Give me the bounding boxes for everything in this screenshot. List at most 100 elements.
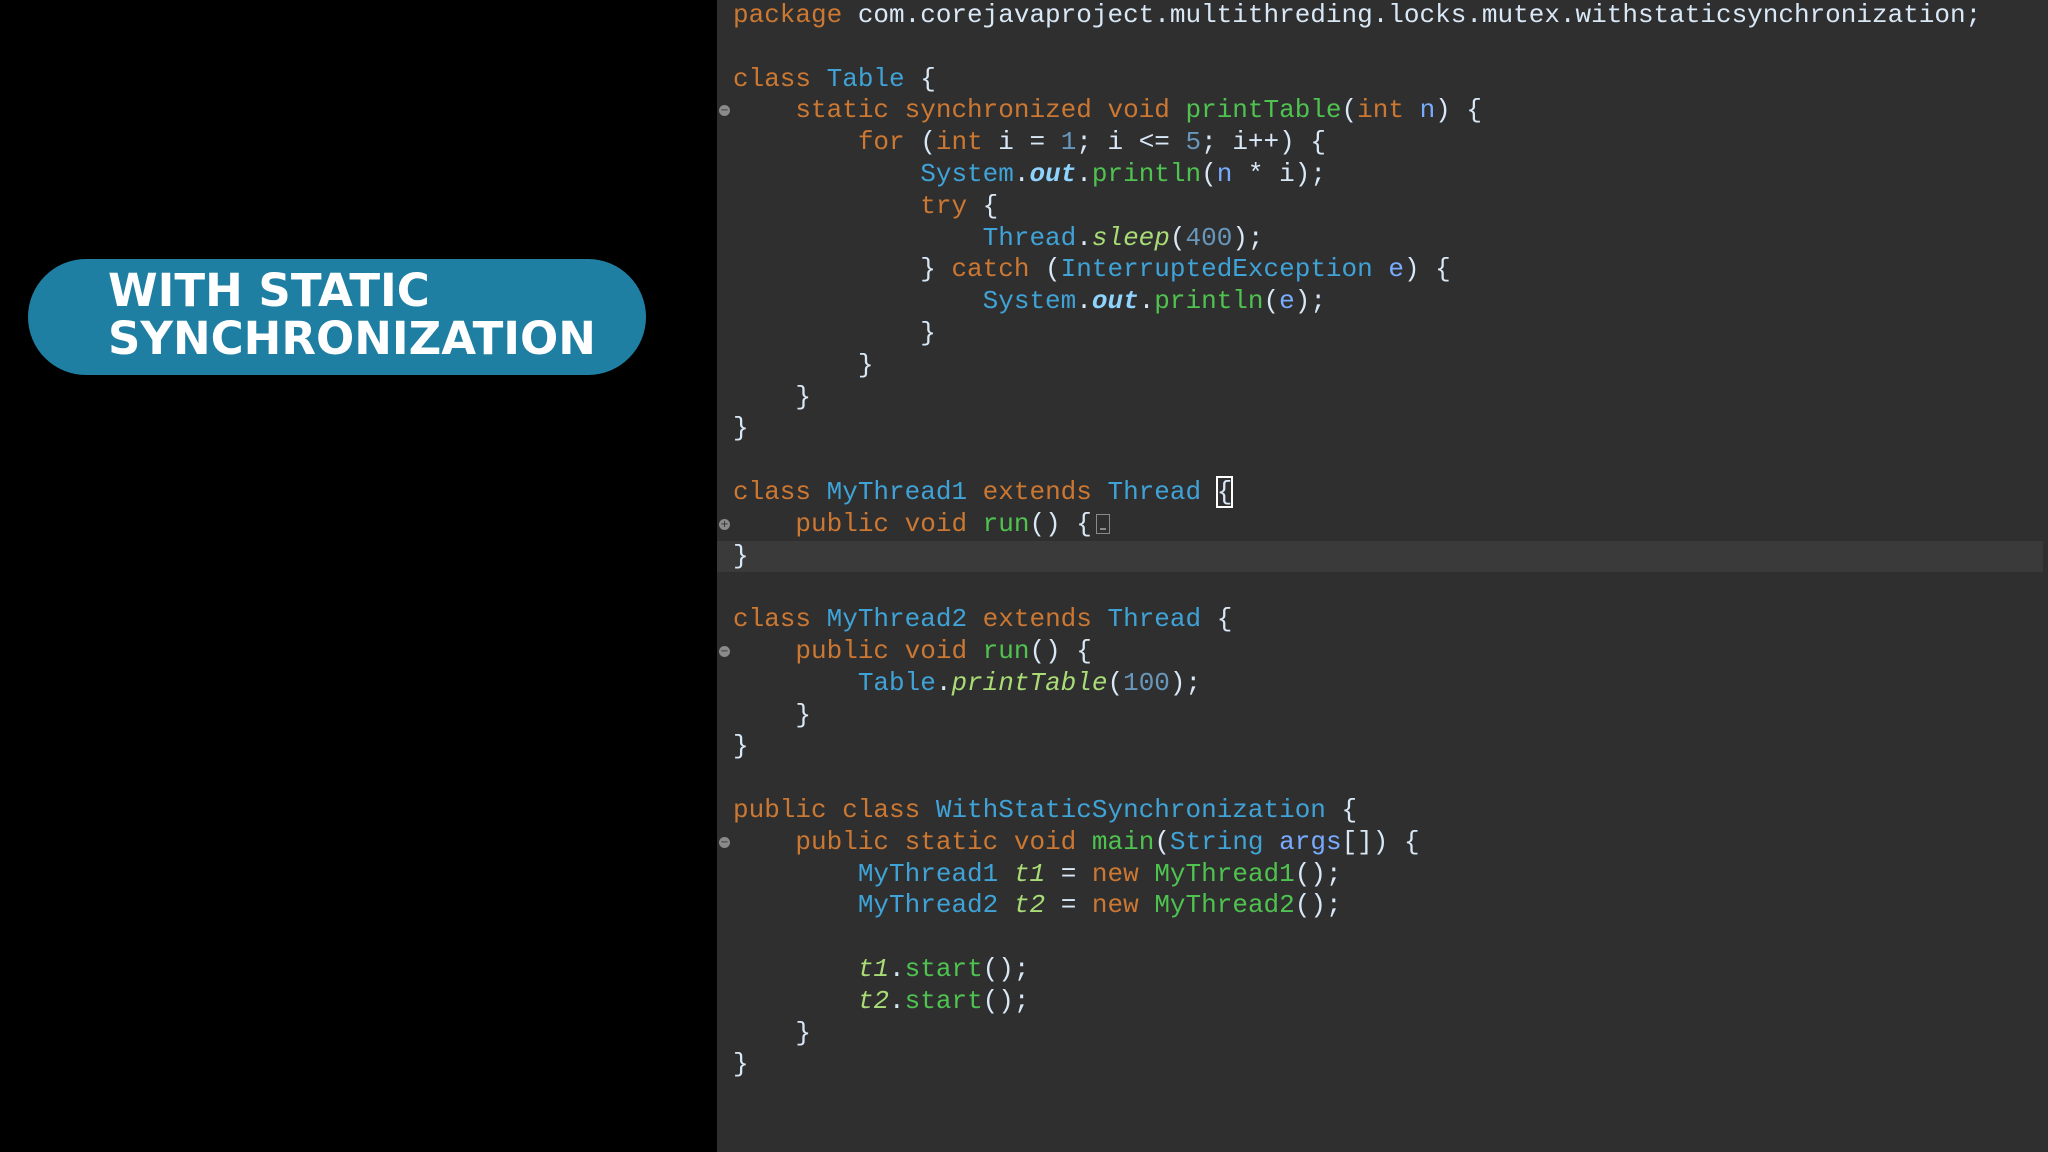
code-token: t2 [1013,890,1046,921]
code-line[interactable]: class MyThread1 extends Thread { [733,475,2043,509]
fold-toggle-icon[interactable]: + [719,518,730,530]
code-token: Table [857,667,936,698]
code-token: } [733,317,936,348]
code-line[interactable]: − public static void main(String args[])… [719,826,2043,859]
code-area[interactable]: package com.corejavaproject.multithredin… [717,0,2043,1081]
fold-toggle-icon[interactable]: − [719,645,730,657]
code-line[interactable]: Table.printTable(100); [733,668,2043,700]
code-line[interactable] [733,572,2043,604]
code-token: println [1154,286,1264,317]
code-token: { [1201,604,1233,635]
code-line[interactable]: try { [733,191,2043,223]
code-editor[interactable]: package com.corejavaproject.multithredin… [717,0,2048,1152]
code-line[interactable]: } [733,1049,2043,1081]
code-token: args [1279,826,1342,857]
code-token: ( [1263,286,1280,317]
code-line[interactable] [733,445,2043,477]
collapsed-block-icon[interactable] [1095,513,1110,534]
code-token: sleep [1091,222,1170,253]
code-line[interactable]: System.out.println(e); [733,286,2043,318]
code-token: public void [795,508,968,539]
code-token: com.corejavaproject.multithreding.locks.… [842,0,1982,30]
code-token: () { [1029,635,1092,666]
code-line[interactable]: } [733,1018,2043,1050]
code-line[interactable]: } [733,318,2043,350]
code-token: new [1091,858,1139,889]
code-line[interactable]: } [733,731,2043,763]
code-line[interactable]: MyThread1 t1 = new MyThread1(); [733,859,2043,891]
code-token: String [1169,826,1264,857]
code-token: public void [795,635,968,666]
code-line[interactable]: Thread.sleep(400); [733,223,2043,255]
code-token: { [1325,794,1358,825]
code-line[interactable]: } [733,382,2043,414]
code-token: } [733,699,812,730]
code-line[interactable]: } [717,540,2043,573]
code-token: ) { [1435,95,1482,126]
code-line[interactable]: } [733,350,2043,382]
code-line[interactable]: for (int i = 1; i <= 5; i++) { [733,127,2043,159]
code-token: (); [982,985,1030,1016]
code-token: int [1357,95,1404,126]
fold-toggle-icon[interactable]: − [719,836,730,848]
code-token: . [889,985,905,1016]
code-token: Thread [982,222,1077,253]
code-token: MyThread2 [857,890,999,921]
code-token: ( [1341,95,1358,126]
code-token: . [935,667,952,698]
code-line[interactable]: public class WithStaticSynchronization { [733,795,2043,827]
code-line[interactable]: } [733,413,2043,445]
code-line[interactable]: class MyThread2 extends Thread { [733,604,2043,636]
code-token: new [1091,890,1139,921]
code-token: class [733,63,812,94]
code-line[interactable]: MyThread2 t2 = new MyThread2(); [733,890,2043,922]
code-token: public static void [795,826,1077,857]
code-token: t1 [1013,858,1046,889]
code-line[interactable]: } catch (InterruptedException e) { [733,254,2043,286]
code-line[interactable]: class Table { [733,64,2043,96]
code-token: run [982,635,1030,666]
code-token: System [982,286,1077,317]
fold-toggle-icon[interactable]: − [719,105,730,117]
code-token: extends [982,476,1092,507]
code-line[interactable]: } [733,700,2043,732]
code-token: Thread [1107,476,1202,507]
code-line[interactable]: package com.corejavaproject.multithredin… [733,0,2043,32]
code-line[interactable]: − public void run() { [719,635,2043,668]
code-line[interactable] [733,32,2043,64]
code-token: Thread [1107,604,1202,635]
code-token: []) { [1341,826,1420,857]
code-token: extends [982,604,1092,635]
code-line[interactable] [733,922,2043,954]
code-line[interactable]: t2.start(); [733,986,2043,1018]
code-token: start [904,953,983,984]
code-token: } [733,254,952,285]
code-token: } [733,540,749,571]
code-line[interactable] [733,763,2043,795]
code-token: t2 [857,985,890,1016]
code-token: } [733,731,749,762]
code-line[interactable]: t1.start(); [733,954,2043,986]
code-token: InterruptedException [1060,254,1373,285]
code-token: static synchronized void [795,95,1170,126]
code-line[interactable]: + public void run() { [719,508,2043,541]
code-line[interactable]: System.out.println(n * i); [733,159,2043,191]
code-token: i = [982,127,1061,158]
code-line[interactable]: − static synchronized void printTable(in… [719,95,2043,127]
code-token: class [733,604,812,635]
